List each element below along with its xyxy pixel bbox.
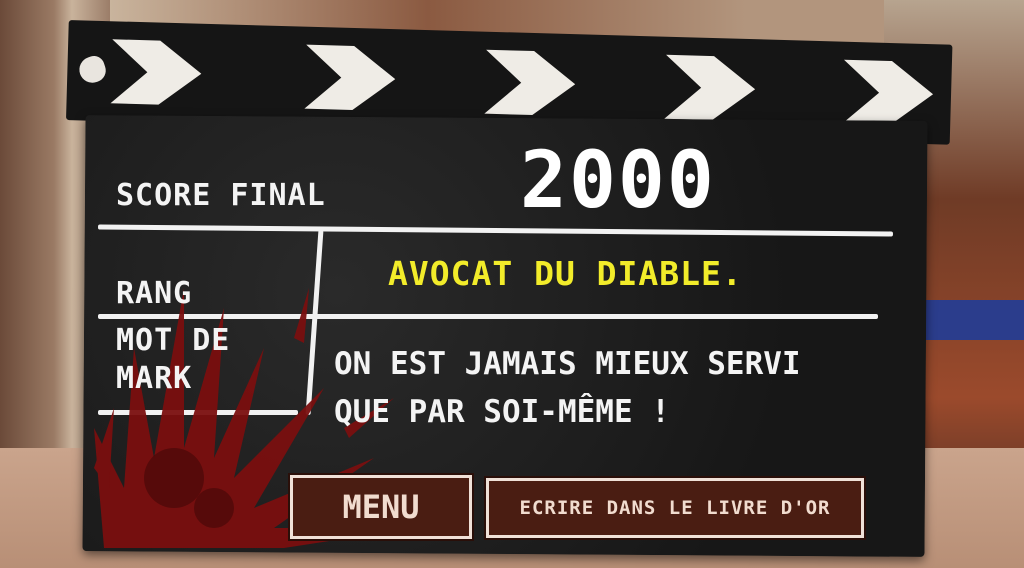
menu-button-label: MENU — [342, 488, 420, 526]
background-desk — [924, 300, 1024, 340]
rank-value: AVOCAT DU DIABLE. — [388, 254, 743, 293]
chevron-icon — [664, 51, 756, 125]
menu-button[interactable]: MENU — [290, 475, 472, 539]
score-label: SCORE FINAL — [116, 178, 326, 213]
divider-line — [98, 410, 298, 415]
chevron-icon — [842, 56, 934, 130]
quote-label: MOT DE MARK — [116, 323, 231, 396]
chevron-icon — [304, 41, 396, 115]
guestbook-button-label: ECRIRE DANS LE LIVRE D'OR — [519, 497, 831, 519]
chevron-icon — [110, 35, 202, 109]
rank-label: RANG — [116, 276, 193, 311]
clapperboard-hinge — [75, 53, 109, 87]
score-value: 2000 — [520, 136, 716, 226]
chevron-icon — [484, 46, 576, 120]
divider-line — [98, 314, 878, 319]
quote-value: ON EST JAMAIS MIEUX SERVI QUE PAR SOI-MÊ… — [334, 346, 801, 430]
guestbook-button[interactable]: ECRIRE DANS LE LIVRE D'OR — [486, 478, 864, 538]
